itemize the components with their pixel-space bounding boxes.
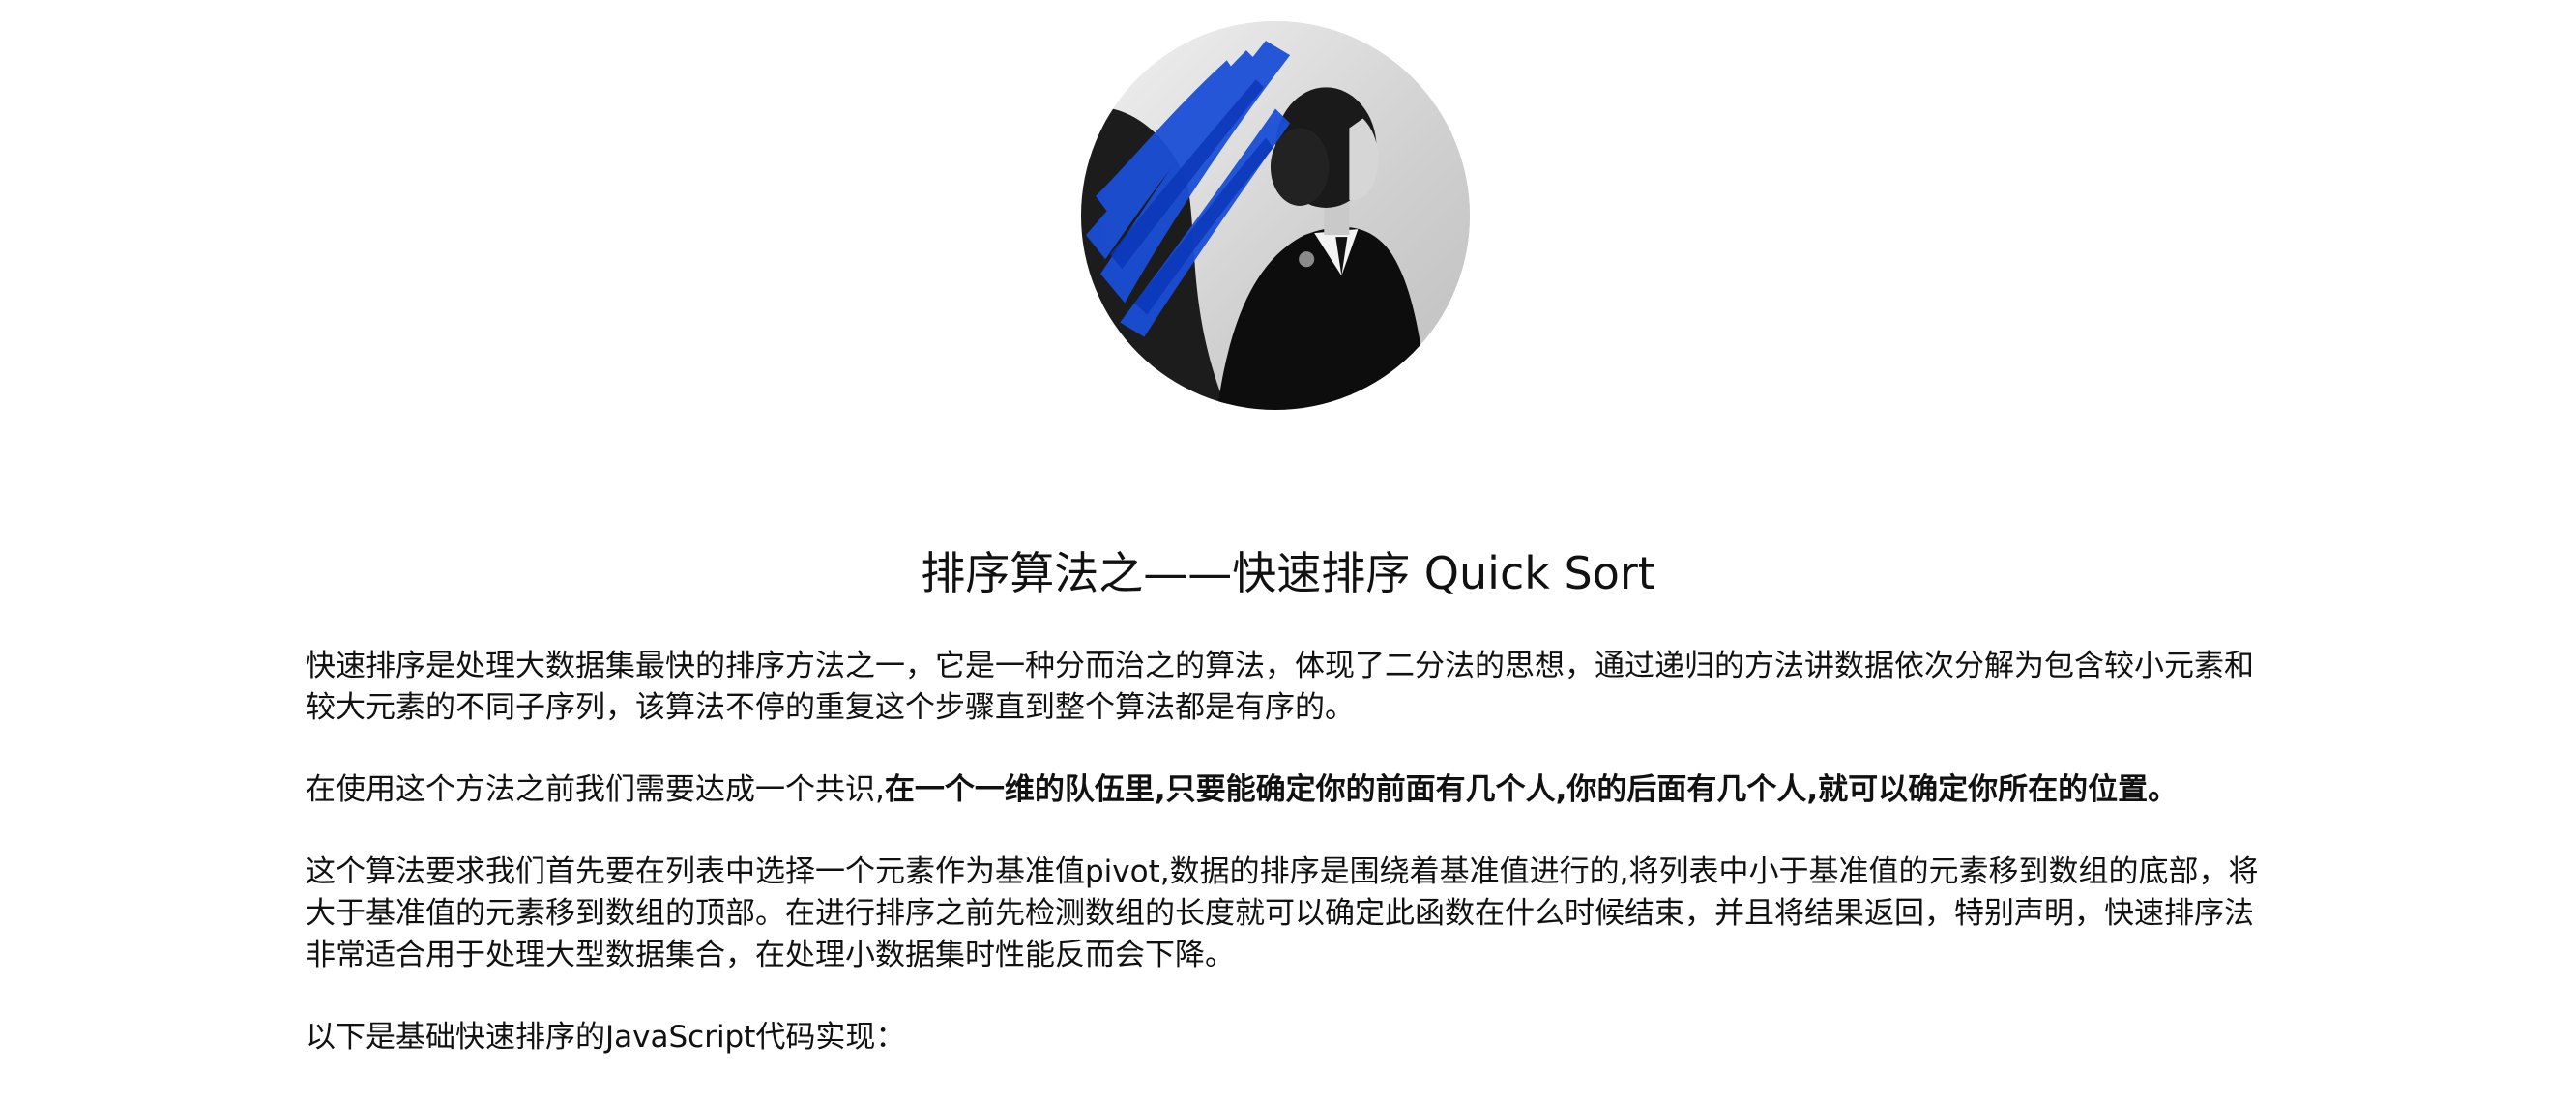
avatar bbox=[1081, 21, 1470, 410]
paragraph-intro: 快速排序是处理大数据集最快的排序方法之一，它是一种分而治之的算法，体现了二分法的… bbox=[306, 649, 2254, 725]
page-title: 排序算法之——快速排序 Quick Sort bbox=[921, 547, 1655, 599]
paragraph-code-intro: 以下是基础快速排序的JavaScript代码实现： bbox=[306, 1020, 906, 1055]
paragraph-consensus-bold: 在一个一维的队伍里,只要能确定你的前面有几个人,你的后面有几个人,就可以确定你所… bbox=[884, 772, 2179, 807]
paragraph-consensus: 在使用这个方法之前我们需要达成一个共识,在一个一维的队伍里,只要能确定你的前面有… bbox=[306, 769, 2270, 811]
article-body: 快速排序是处理大数据集最快的排序方法之一，它是一种分而治之的算法，体现了二分法的… bbox=[306, 646, 2270, 1099]
paragraph-pivot: 这个算法要求我们首先要在列表中选择一个元素作为基准值pivot,数据的排序是围绕… bbox=[306, 854, 2259, 972]
paragraph-consensus-lead: 在使用这个方法之前我们需要达成一个共识, bbox=[306, 772, 885, 807]
avatar-portrait-icon bbox=[1081, 21, 1470, 410]
